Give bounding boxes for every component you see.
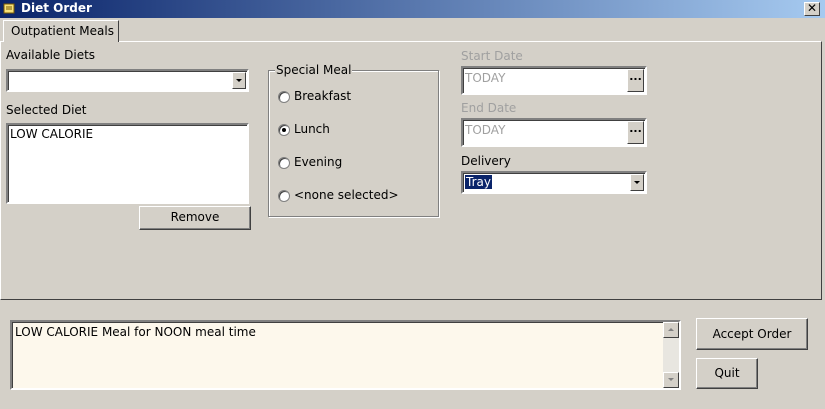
app-icon: [3, 3, 15, 14]
radio-breakfast-label[interactable]: Breakfast: [294, 89, 351, 103]
radio-evening-label[interactable]: Evening: [294, 155, 342, 169]
end-date-picker-button[interactable]: ...: [627, 121, 644, 144]
radio-breakfast[interactable]: [278, 91, 290, 103]
window-title: Diet Order: [21, 1, 92, 15]
selected-diet-label: Selected Diet: [6, 103, 87, 117]
end-date-label: End Date: [461, 101, 517, 115]
selected-diet-list[interactable]: LOW CALORIE: [6, 123, 249, 204]
delivery-combo[interactable]: Tray: [461, 171, 647, 194]
tab-outpatient-meals[interactable]: Outpatient Meals: [3, 20, 119, 42]
end-date-value: TODAY: [465, 123, 506, 137]
radio-evening[interactable]: [278, 157, 290, 169]
order-summary-memo[interactable]: LOW CALORIE Meal for NOON meal time: [10, 320, 681, 390]
remove-button[interactable]: Remove: [139, 206, 251, 230]
radio-none-selected[interactable]: [278, 190, 290, 202]
available-diets-combo[interactable]: [6, 69, 249, 92]
close-button[interactable]: ✕: [804, 2, 820, 16]
list-item[interactable]: LOW CALORIE: [10, 127, 93, 141]
order-summary-text: LOW CALORIE Meal for NOON meal time: [15, 325, 256, 339]
start-date-value: TODAY: [465, 71, 506, 85]
start-date-field[interactable]: TODAY ...: [461, 66, 647, 95]
delivery-label: Delivery: [461, 154, 511, 168]
delivery-value: Tray: [465, 175, 492, 189]
end-date-field[interactable]: TODAY ...: [461, 118, 647, 147]
tab-label: Outpatient Meals: [11, 24, 114, 38]
special-meal-title: Special Meal: [275, 63, 353, 77]
chevron-down-icon[interactable]: [232, 72, 246, 89]
start-date-picker-button[interactable]: ...: [627, 69, 644, 92]
quit-button[interactable]: Quit: [696, 358, 758, 389]
start-date-label: Start Date: [461, 49, 523, 63]
radio-lunch[interactable]: [278, 124, 290, 136]
available-diets-label: Available Diets: [6, 48, 96, 62]
radio-none-selected-label[interactable]: <none selected>: [294, 188, 399, 202]
chevron-down-icon[interactable]: [630, 174, 644, 191]
scroll-down-icon[interactable]: [663, 372, 679, 388]
accept-order-button[interactable]: Accept Order: [696, 318, 808, 350]
memo-scrollbar[interactable]: [663, 322, 679, 388]
title-bar: Diet Order: [0, 0, 825, 18]
close-icon: ✕: [806, 1, 818, 15]
radio-lunch-label[interactable]: Lunch: [294, 122, 330, 136]
scroll-up-icon[interactable]: [663, 322, 679, 338]
